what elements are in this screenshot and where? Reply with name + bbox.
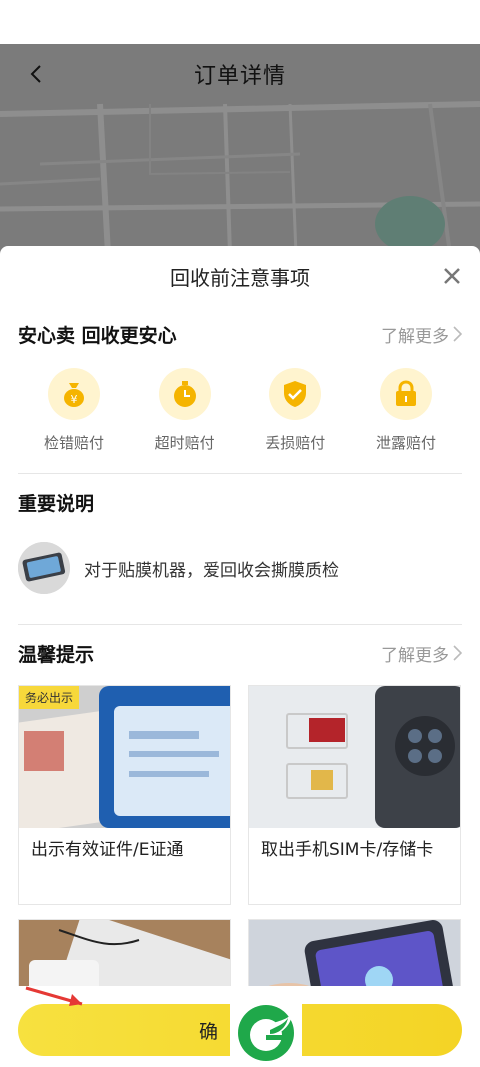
important-section: 重要说明 对于贴膜机器，爱回收会撕膜质检 [0,474,480,606]
tip-card-sim[interactable]: 取出手机SIM卡/存储卡 [248,685,461,905]
sheet-header: 回收前注意事项 [0,246,480,306]
status-bar [0,0,480,44]
guarantee-item-error: ¥ 检错赔付 [24,368,124,453]
guarantee-label: 丢损赔付 [265,434,326,452]
page-title: 订单详情 [193,64,286,89]
leaf-logo-icon [238,1004,294,1061]
close-icon [444,268,460,284]
guarantee-label: 泄露赔付 [375,434,436,452]
tip-text: 出示有效证件/E证通 [31,840,184,860]
red-arrow-icon [25,986,83,1006]
phone-film-image [18,542,70,594]
tips-title: 温馨提示 [18,643,95,666]
guarantee-item-loss: 丢损赔付 [245,368,345,453]
close-button[interactable] [438,262,466,290]
tips-more-link[interactable]: 了解更多 [381,641,462,666]
tip-badge: 务必出示 [19,686,80,709]
tip-card-id[interactable]: 务必出示 出示有效证件/E证通 [18,685,231,905]
sheet-title: 回收前注意事项 [170,265,310,290]
back-button[interactable] [18,56,54,92]
important-title: 重要说明 [18,492,95,515]
guarantee-label: 检错赔付 [43,434,104,452]
guarantee-item-timeout: 超时赔付 [135,368,235,453]
tips-section: 温馨提示 了解更多 务必出示 出示有效证件/E证通 取出手机SIM卡/存储卡 [0,625,480,1007]
guarantee-item-leak: 泄露赔付 [356,368,456,453]
chevron-right-icon [453,645,462,661]
more-link-label: 了解更多 [381,326,449,347]
guarantee-label: 超时赔付 [154,434,215,452]
stopwatch-icon [173,381,196,407]
confirm-label: 确 [198,1020,218,1043]
lock-icon [395,380,416,406]
shield-check-icon [284,381,307,407]
notice-sheet: 回收前注意事项 安心卖 回收更安心 了解更多 ¥ 检错赔付 超时赔付 丢损赔付 … [0,246,480,1067]
chevron-right-icon [453,326,462,342]
tip-text: 取出手机SIM卡/存储卡 [261,840,434,860]
sim-card-image [249,686,460,828]
money-bag-icon: ¥ [64,383,84,407]
chevron-left-icon [30,65,41,83]
safety-section: 安心卖 回收更安心 了解更多 ¥ 检错赔付 超时赔付 丢损赔付 泄露赔付 [0,306,480,473]
more-link-label: 了解更多 [381,645,449,666]
id-card-image: 务必出示 [19,686,230,828]
important-text: 对于贴膜机器，爱回收会撕膜质检 [84,560,339,581]
watermark-logo [230,996,302,1067]
safety-more-link[interactable]: 了解更多 [381,322,462,347]
top-navigation: 订单详情 [0,44,480,104]
safety-title: 安心卖 回收更安心 [18,324,177,347]
svg-text:¥: ¥ [71,393,78,406]
